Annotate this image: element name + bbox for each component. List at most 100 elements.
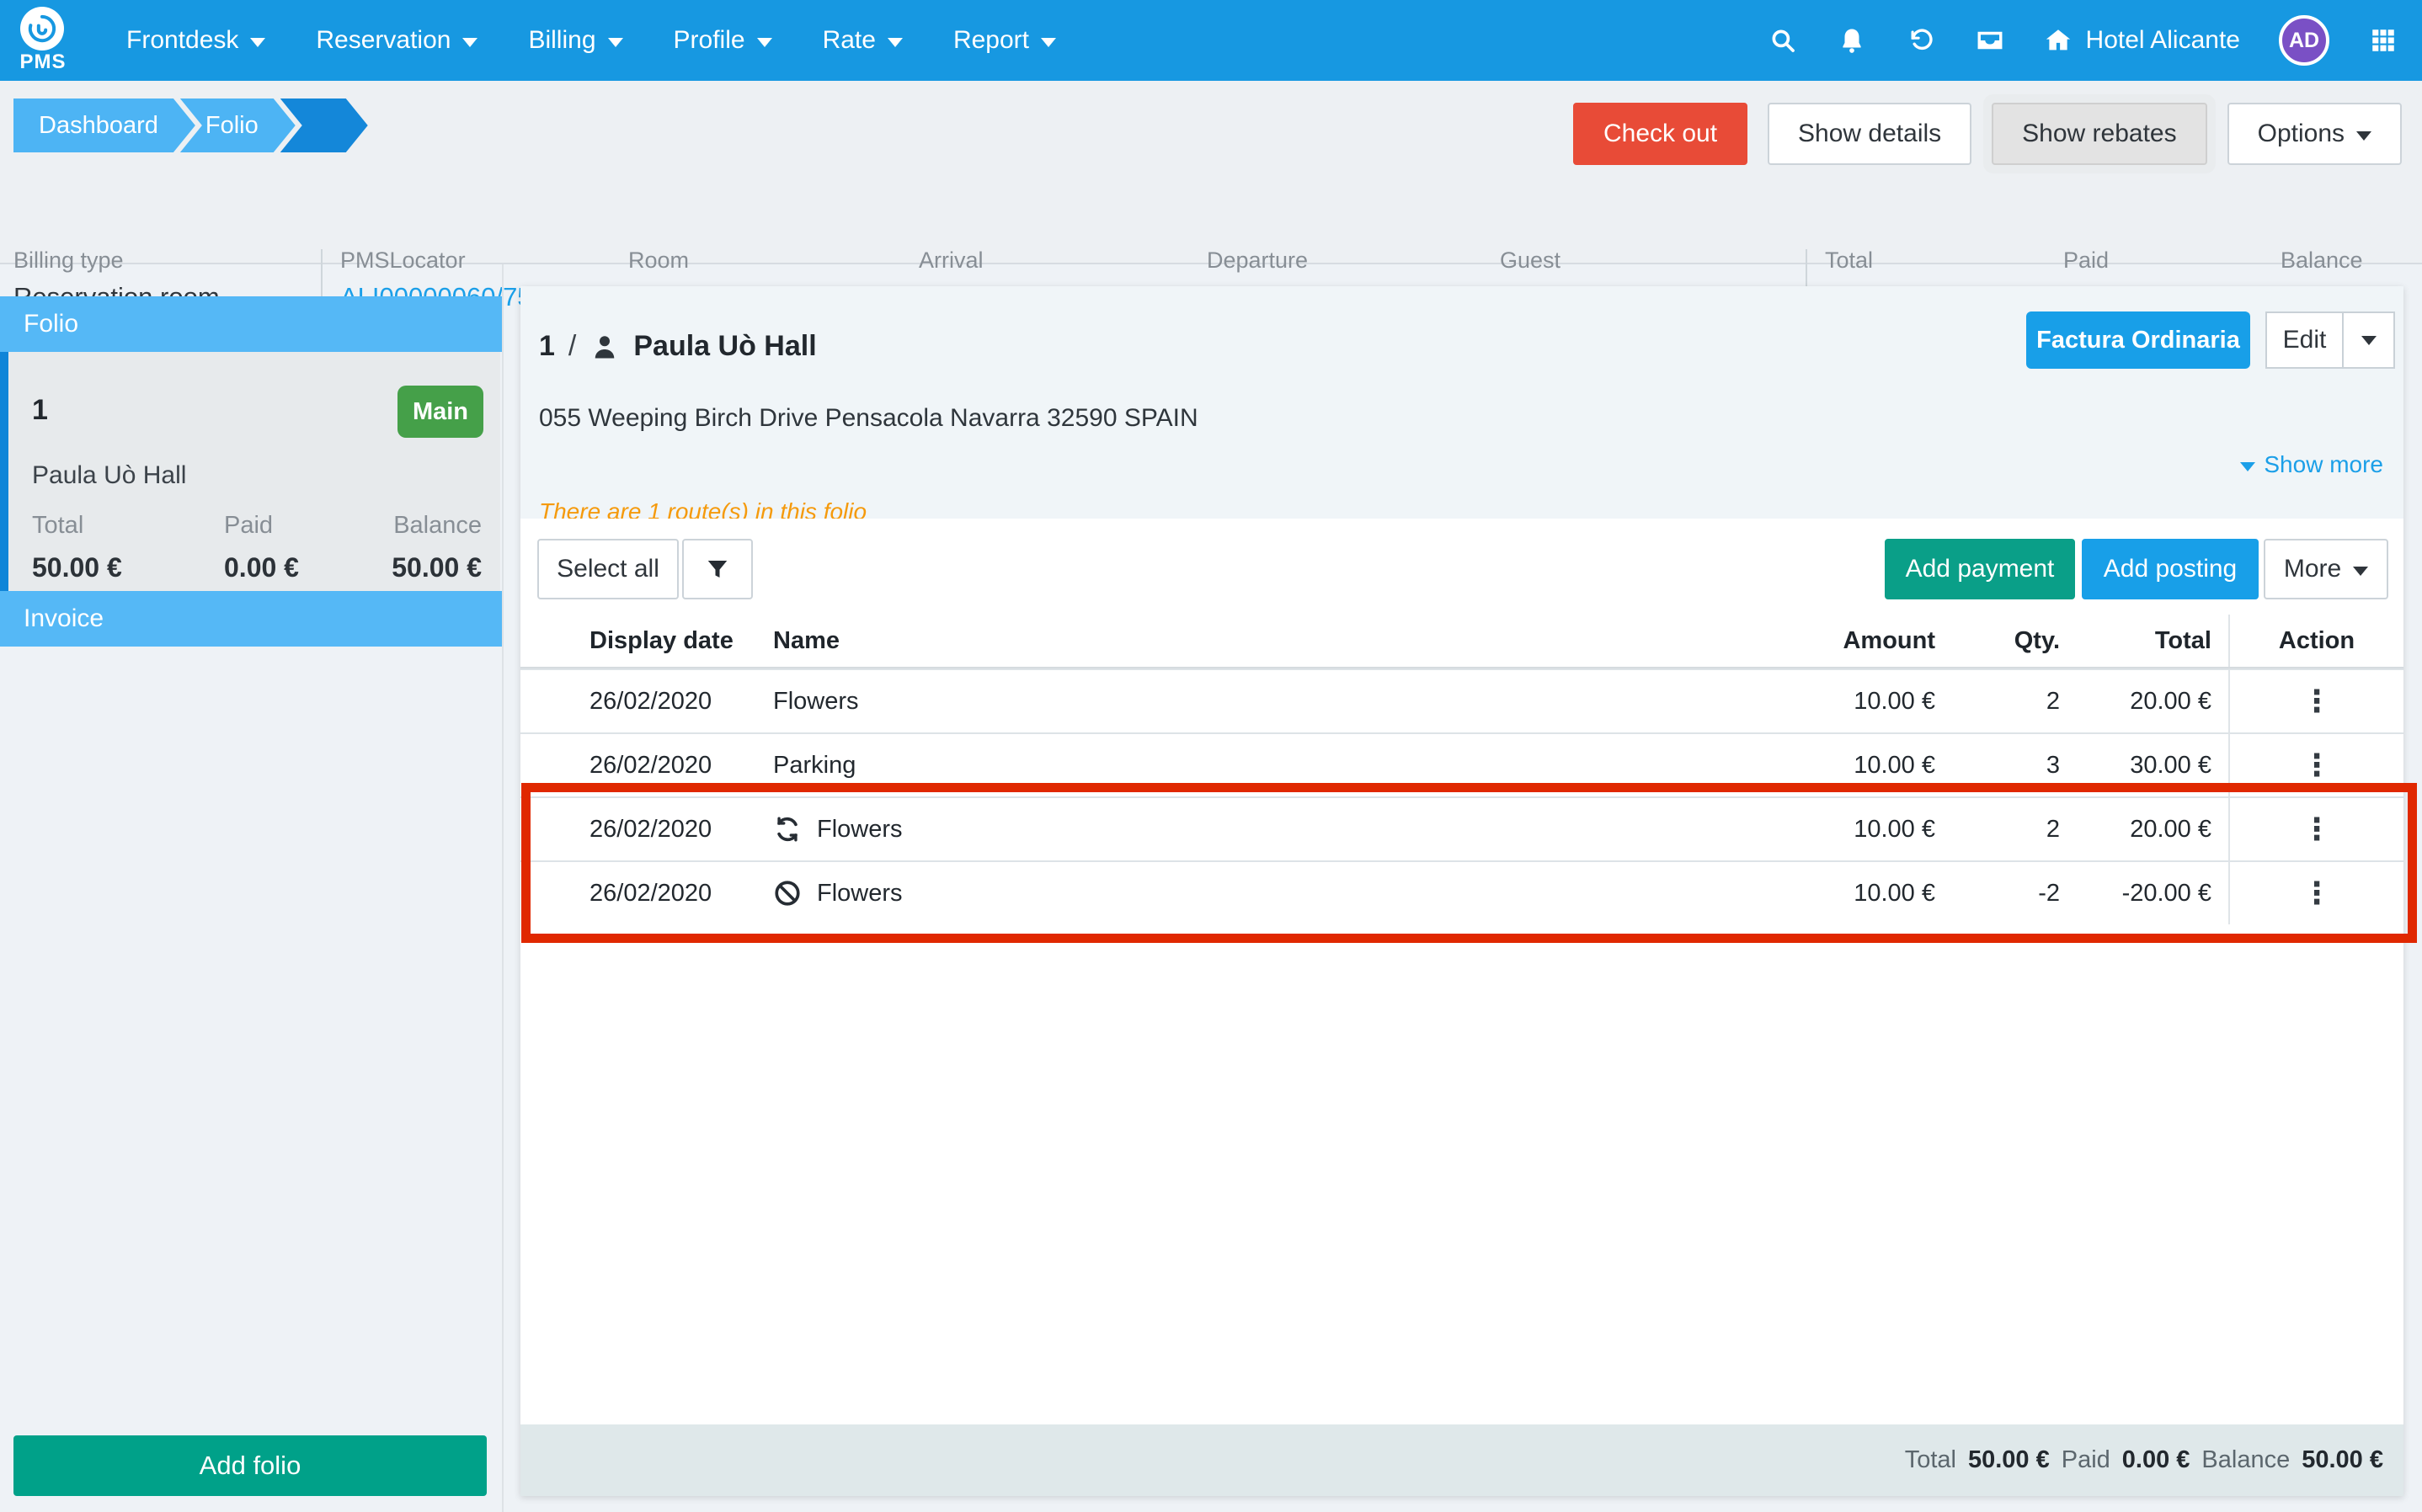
header-action: Action (2228, 615, 2403, 667)
pms-logo-icon (20, 7, 64, 51)
kebab-menu-icon[interactable]: ⋮ (2302, 686, 2332, 716)
check-out-button[interactable]: Check out (1573, 103, 1747, 165)
table-row: 26/02/2020 Flowers 10.00 € -2 -20.00 € ⋮ (520, 860, 2403, 924)
edit-dropdown-button[interactable] (2343, 311, 2395, 369)
factura-ordinaria-button[interactable]: Factura Ordinaria (2026, 311, 2250, 369)
top-nav: PMS Frontdesk Reservation Billing Profil… (0, 0, 2422, 81)
footer-balance-value: 50.00 € (2302, 1446, 2383, 1474)
caret-down-icon (757, 38, 772, 47)
footer-paid-value: 0.00 € (2122, 1446, 2190, 1474)
refresh-icon (773, 815, 802, 844)
filter-button[interactable] (682, 539, 753, 599)
options-button[interactable]: Options (2227, 103, 2402, 165)
caret-down-icon (888, 38, 903, 47)
footer-total-value: 50.00 € (1968, 1446, 2050, 1474)
apps-grid-icon[interactable] (2368, 25, 2398, 56)
totals-footer: Total 50.00 € Paid 0.00 € Balance 50.00 … (520, 1424, 2403, 1496)
folio-paid-value: 0.00 € (224, 552, 299, 583)
edit-button-group: Edit (2265, 311, 2395, 369)
guest-title: 1 / Paula Uò Hall (539, 330, 817, 363)
caret-down-icon (462, 38, 477, 47)
add-payment-button[interactable]: Add payment (1885, 539, 2075, 599)
guest-address: 055 Weeping Birch Drive Pensacola Navarr… (539, 404, 1198, 433)
menu-rate[interactable]: Rate (798, 0, 928, 81)
header-actions: Check out Show details Show rebates Opti… (1573, 103, 2402, 165)
posting-name: Parking (773, 752, 856, 780)
folio-total-label: Total (32, 512, 83, 540)
folio-balance-label: Balance (393, 512, 482, 540)
header-display-date: Display date (520, 627, 773, 655)
postings-table: Display date Name Amount Qty. Total Acti… (520, 615, 2403, 924)
guest-index: 1 (539, 330, 555, 363)
menu-reservation[interactable]: Reservation (291, 0, 503, 81)
page-header: Dashboard Folio Check out Show details S… (0, 81, 2422, 264)
posting-name: Flowers (817, 880, 903, 908)
show-rebates-button[interactable]: Show rebates (1992, 103, 2206, 165)
sidebar-folio-item[interactable]: 1 Main Paula Uò Hall Total Paid Balance … (0, 352, 500, 591)
table-header-row: Display date Name Amount Qty. Total Acti… (520, 615, 2403, 668)
kebab-menu-icon[interactable]: ⋮ (2302, 814, 2332, 844)
header-amount: Amount (1750, 627, 1935, 655)
menu-frontdesk[interactable]: Frontdesk (101, 0, 291, 81)
select-all-button[interactable]: Select all (537, 539, 679, 599)
show-details-button[interactable]: Show details (1768, 103, 1971, 165)
folio-total-value: 50.00 € (32, 552, 122, 583)
breadcrumb: Dashboard Folio (13, 98, 353, 152)
caret-down-icon (1041, 38, 1056, 47)
table-row: 26/02/2020 Flowers 10.00 € 2 20.00 € ⋮ (520, 668, 2403, 732)
header-total: Total (2060, 627, 2228, 655)
header-name: Name (773, 627, 1750, 655)
home-icon (2044, 26, 2073, 55)
caret-down-icon (2356, 131, 2371, 141)
caret-down-icon (608, 38, 623, 47)
ban-icon (773, 879, 802, 908)
main-badge: Main (397, 386, 483, 438)
show-more-link[interactable]: Show more (2240, 451, 2383, 478)
pms-logo[interactable]: PMS (0, 0, 93, 81)
person-icon (589, 332, 620, 362)
folio-guest-name: Paula Uò Hall (32, 461, 186, 490)
avatar[interactable]: AD (2279, 15, 2329, 66)
footer-total-label: Total (1905, 1446, 1956, 1474)
guest-name: Paula Uò Hall (633, 330, 816, 363)
folio-detail-panel: 1 / Paula Uò Hall Factura Ordinaria Edit… (520, 286, 2403, 1496)
hotel-name: Hotel Alicante (2086, 26, 2240, 55)
footer-balance-label: Balance (2201, 1446, 2290, 1474)
kebab-menu-icon[interactable]: ⋮ (2302, 750, 2332, 780)
menu-profile[interactable]: Profile (648, 0, 798, 81)
add-folio-button[interactable]: Add folio (13, 1435, 487, 1496)
sidebar-invoice-header[interactable]: Invoice (0, 591, 502, 647)
caret-down-icon (2353, 567, 2368, 576)
edit-button[interactable]: Edit (2265, 311, 2343, 369)
caret-down-icon (2361, 336, 2377, 345)
header-qty: Qty. (1935, 627, 2060, 655)
more-button[interactable]: More (2264, 539, 2388, 599)
table-row: 26/02/2020 Flowers 10.00 € 2 20.00 € ⋮ (520, 796, 2403, 860)
sidebar-divider (502, 264, 504, 1512)
search-icon[interactable] (1768, 25, 1798, 56)
breadcrumb-folio[interactable]: Folio (180, 98, 296, 152)
nav-right: Hotel Alicante AD (1768, 15, 2422, 66)
filter-icon (705, 556, 730, 582)
show-more-caret-icon (2240, 462, 2255, 471)
postings-toolbar: Select all Add payment Add posting More (520, 539, 2403, 599)
breadcrumb-dashboard[interactable]: Dashboard (13, 98, 195, 152)
menu-report[interactable]: Report (928, 0, 1081, 81)
sidebar-folio-header[interactable]: Folio (0, 296, 502, 352)
posting-name: Flowers (817, 816, 903, 844)
main-menu: Frontdesk Reservation Billing Profile Ra… (101, 0, 1081, 81)
folio-number: 1 (32, 394, 48, 427)
caret-down-icon (250, 38, 265, 47)
kebab-menu-icon[interactable]: ⋮ (2302, 878, 2332, 908)
inbox-icon[interactable] (1975, 25, 2005, 56)
add-posting-button[interactable]: Add posting (2082, 539, 2259, 599)
posting-name: Flowers (773, 688, 859, 716)
table-row: 26/02/2020 Parking 10.00 € 3 30.00 € ⋮ (520, 732, 2403, 796)
guest-separator: / (568, 330, 576, 363)
menu-billing[interactable]: Billing (503, 0, 648, 81)
pms-folio-page: { "nav": { "logo": "PMS", "items": [ { "… (0, 0, 2422, 1512)
history-icon[interactable] (1906, 25, 1936, 56)
bell-icon[interactable] (1837, 25, 1867, 56)
hotel-switcher[interactable]: Hotel Alicante (2044, 26, 2240, 55)
folio-balance-value: 50.00 € (392, 552, 482, 583)
